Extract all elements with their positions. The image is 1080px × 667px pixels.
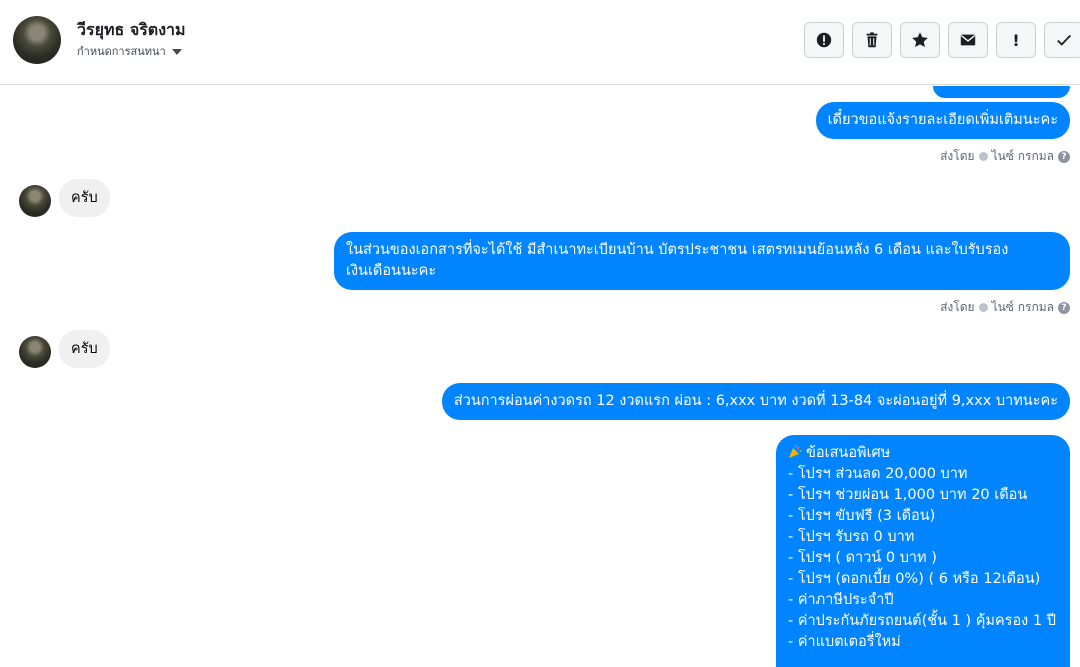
offer-item: - โปรฯ ( ดาวน์ 0 บาท ) bbox=[788, 550, 937, 566]
offer-item: - ค่าแบตเตอรี่ใหม่ bbox=[788, 634, 901, 650]
assign-conversation-dropdown[interactable]: กำหนดการสนทนา bbox=[77, 42, 182, 60]
message-text-line: ในส่วนของเอกสารที่จะได้ใช้ มีสำเนาทะเบีย… bbox=[346, 242, 1009, 258]
offer-title-row: ข้อเสนอพิเศษ bbox=[788, 443, 1058, 464]
sent-by-prefix: ส่งโดย bbox=[940, 149, 975, 163]
action-toolbar: ! bbox=[804, 22, 1080, 58]
follow-up-icon: ! bbox=[1012, 30, 1020, 50]
offer-item: - ค่าประกันภัยรถยนต์(ชั้น 1 ) คุ้มครอง 1… bbox=[788, 613, 1056, 629]
offer-item: - โปรฯ (ดอกเบี้ย 0%) ( 6 หรือ 12เดือน) bbox=[788, 571, 1041, 587]
sent-by-info: ส่งโดย ไนซ์ กรกมล ? bbox=[940, 147, 1070, 166]
sender-avatar bbox=[19, 185, 51, 217]
star-icon bbox=[912, 32, 928, 48]
sender-avatar bbox=[19, 336, 51, 368]
sender-name: ไนซ์ กรกมล bbox=[991, 300, 1054, 314]
page-icon bbox=[978, 152, 988, 161]
message-text: เดี๋ยวขอแจ้งรายละเอียดเพิ่มเติมนะคะ bbox=[827, 112, 1058, 128]
message-bubble-outgoing[interactable]: ข้อเสนอพิเศษ - โปรฯ ส่วนลด 20,000 บาท - … bbox=[776, 435, 1070, 667]
envelope-icon bbox=[960, 34, 976, 46]
message-text: ครับ bbox=[71, 341, 98, 357]
message-bubble-cropped[interactable] bbox=[933, 86, 1070, 98]
spam-icon bbox=[816, 32, 832, 48]
sent-by-info: ส่งโดย ไนซ์ กรกมล ? bbox=[940, 298, 1070, 317]
message-bubble-incoming[interactable]: ครับ bbox=[59, 330, 110, 368]
offer-item: - โปรฯ รับรถ 0 บาท bbox=[788, 529, 915, 545]
follow-up-button[interactable]: ! bbox=[996, 22, 1036, 58]
help-icon[interactable]: ? bbox=[1058, 150, 1070, 163]
contact-avatar[interactable] bbox=[13, 16, 61, 64]
offer-item: - ค่าภาษีประจำปี bbox=[788, 592, 894, 608]
help-icon[interactable]: ? bbox=[1058, 301, 1070, 314]
message-text: ส่วนการผ่อนค่างวดรถ 12 งวดแรก ผ่อน : 6,x… bbox=[453, 393, 1058, 409]
party-popper-icon bbox=[789, 445, 802, 458]
offer-title: ข้อเสนอพิเศษ bbox=[806, 445, 891, 461]
offer-item: - โปรฯ ส่วนลด 20,000 บาท bbox=[788, 466, 968, 482]
offer-item: - โปรฯ ขับฟรี (3 เดือน) bbox=[788, 508, 936, 524]
message-bubble-outgoing[interactable]: ในส่วนของเอกสารที่จะได้ใช้ มีสำเนาทะเบีย… bbox=[334, 232, 1070, 290]
message-text: ครับ bbox=[71, 190, 98, 206]
sender-name: ไนซ์ กรกมล bbox=[991, 149, 1054, 163]
mark-unread-button[interactable] bbox=[948, 22, 988, 58]
check-icon bbox=[1057, 34, 1071, 46]
caret-down-icon bbox=[171, 49, 182, 55]
contact-name[interactable]: วีรยุทธ จริตงาม bbox=[77, 18, 186, 43]
conversation-header: วีรยุทธ จริตงาม กำหนดการสนทนา ! bbox=[0, 0, 1080, 85]
message-bubble-outgoing[interactable]: เดี๋ยวขอแจ้งรายละเอียดเพิ่มเติมนะคะ bbox=[815, 102, 1070, 139]
message-thread[interactable]: เดี๋ยวขอแจ้งรายละเอียดเพิ่มเติมนะคะ ส่งโ… bbox=[0, 86, 1080, 667]
trash-icon bbox=[866, 32, 878, 48]
message-text-line: เงินเดือนนะคะ bbox=[346, 263, 437, 279]
delete-button[interactable] bbox=[852, 22, 892, 58]
message-bubble-incoming[interactable]: ครับ bbox=[59, 179, 110, 217]
offer-item: - โปรฯ ช่วยผ่อน 1,000 บาท 20 เดือน bbox=[788, 487, 1028, 503]
sent-by-prefix: ส่งโดย bbox=[940, 300, 975, 314]
assign-label: กำหนดการสนทนา bbox=[77, 45, 166, 58]
mark-spam-button[interactable] bbox=[804, 22, 844, 58]
message-bubble-outgoing[interactable]: ส่วนการผ่อนค่างวดรถ 12 งวดแรก ผ่อน : 6,x… bbox=[441, 383, 1070, 420]
offer-list: - โปรฯ ส่วนลด 20,000 บาท - โปรฯ ช่วยผ่อน… bbox=[788, 464, 1058, 653]
mark-done-button[interactable] bbox=[1044, 22, 1080, 58]
star-button[interactable] bbox=[900, 22, 940, 58]
page-icon bbox=[978, 303, 988, 312]
